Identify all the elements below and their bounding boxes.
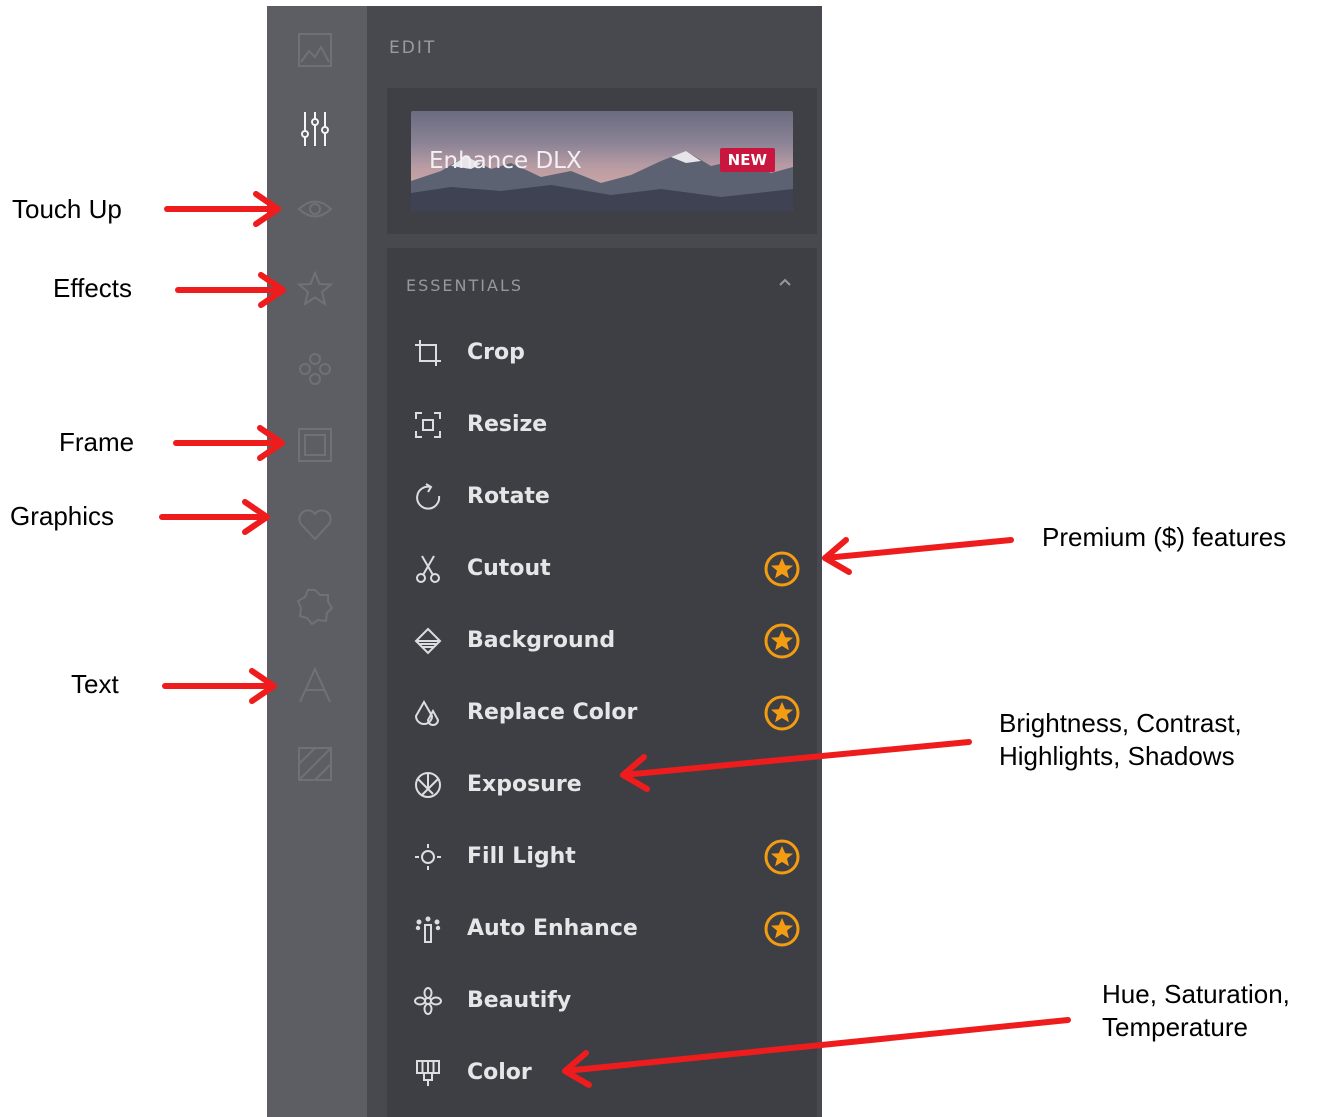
arrow-touch-up: [164, 191, 281, 227]
arrow-text: [162, 668, 277, 704]
arrow-exposure: [620, 739, 972, 792]
arrow-color: [562, 1017, 1071, 1088]
arrow-frame: [173, 425, 285, 461]
annotation-arrows: [159, 191, 1071, 1088]
arrow-premium: [822, 537, 1014, 575]
arrow-graphics: [159, 499, 270, 535]
arrow-effects: [175, 272, 286, 308]
